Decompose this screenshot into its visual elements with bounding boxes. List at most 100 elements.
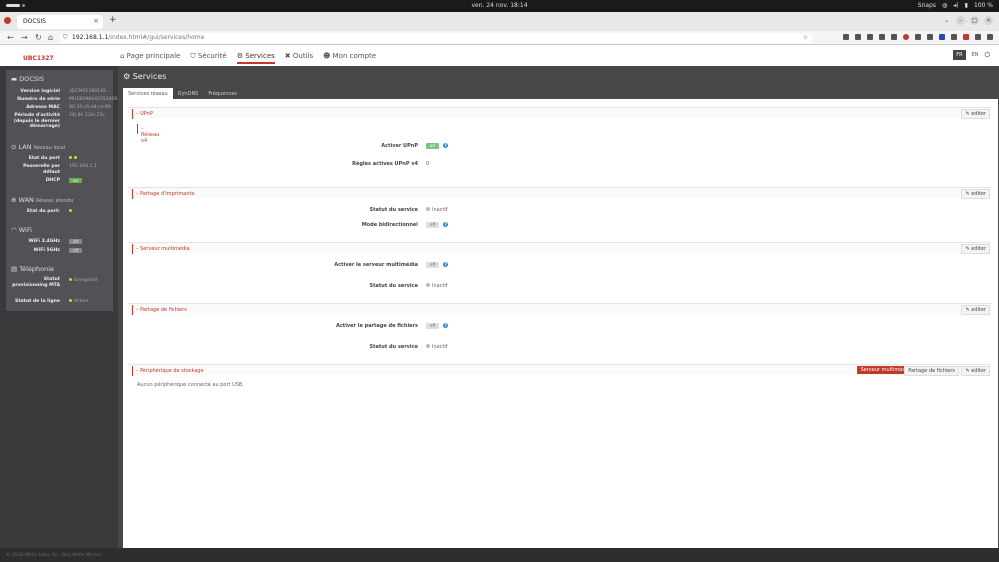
extension-toolbar (843, 34, 993, 40)
lan-icon: ⊙ (11, 143, 19, 151)
back-arrow-icon[interactable]: ← (7, 33, 14, 42)
system-top-bar: ven. 24 nov. 18:14 Snaps ◍ ◂) ▮ 100 % (0, 0, 999, 12)
section-printer[interactable]: – Partage d'imprimante ✎ editer (128, 187, 991, 199)
reload-icon[interactable]: ↻ (35, 33, 42, 42)
system-tray[interactable]: Snaps ◍ ◂) ▮ 100 % (918, 2, 993, 9)
extension-icon[interactable] (963, 34, 969, 40)
history-icon[interactable] (879, 34, 885, 40)
nav-home[interactable]: ⌂ Page principale (120, 52, 180, 64)
sidebar-wan-title: ⊕ WAN Réseau étendu (11, 196, 74, 204)
firefox-icon[interactable] (4, 17, 11, 24)
wifi-icon: ◠ (11, 226, 19, 234)
battery-percent: 100 % (973, 2, 993, 9)
services-panel: – UPnP ✎ editer – Réseau v4 Activer UPnP… (123, 99, 998, 548)
help-icon[interactable]: ? (443, 222, 449, 227)
tab-close-icon[interactable]: × (93, 17, 99, 25)
nav-tools[interactable]: ✖ Outils (285, 52, 313, 64)
menu-icon[interactable] (987, 34, 993, 40)
battery-icon: ▮ (964, 2, 968, 9)
bidir-toggle[interactable]: off (426, 222, 440, 228)
files-toggle[interactable]: off (426, 323, 440, 329)
extension-icon[interactable] (939, 34, 945, 40)
pocket-icon[interactable] (855, 34, 861, 40)
globe-icon: ⊕ (11, 196, 19, 204)
help-icon[interactable]: ? (442, 143, 448, 148)
services-content: ⚙ Services Services réseau DynDNS Fréque… (118, 66, 999, 548)
shield-icon: ⛉ (63, 34, 68, 41)
wrench-icon: ✖ (284, 52, 293, 60)
extension-icon[interactable] (927, 34, 933, 40)
extension-icon[interactable] (891, 34, 897, 40)
wifi5-toggle[interactable]: off (69, 248, 83, 253)
gears-icon: ⚙ (236, 52, 246, 60)
section-title: – Périphérique de stockage (136, 368, 204, 374)
status-dot (69, 209, 72, 212)
page-title: ⚙ Services (123, 72, 167, 81)
main-nav: ⌂ Page principale ⛉ Sécurité ⚙ Services … (120, 52, 376, 64)
url-host: 192.168.1.1 (72, 34, 109, 41)
extension-icon[interactable] (951, 34, 957, 40)
minimize-icon[interactable]: – (956, 16, 965, 25)
phone-icon: ▤ (11, 265, 20, 273)
file-sharing-button[interactable]: Partage de fichiers (904, 366, 959, 376)
status-sidebar: ▬ DOCSIS Version logiciel 3DCM01180145...… (6, 70, 120, 311)
wifi24-toggle[interactable]: off (69, 239, 83, 244)
app-header: UBC1327 ⌂ Page principale ⛉ Sécurité ⚙ S… (0, 45, 999, 66)
adblock-icon[interactable] (903, 34, 909, 40)
extension-icon[interactable] (915, 34, 921, 40)
section-media-server[interactable]: – Serveur multimédia ✎ editer (128, 242, 991, 254)
nav-account[interactable]: ☻ Mon compte (323, 52, 376, 64)
gears-icon: ⚙ (123, 72, 133, 81)
window-controls: ⌄ – □ × (942, 16, 993, 25)
home-icon: ⌂ (120, 52, 127, 60)
shield-icon: ⛉ (190, 52, 198, 60)
puzzle-icon[interactable] (975, 34, 981, 40)
language-switch: FR EN ⏻ (953, 50, 990, 60)
status-dot (74, 156, 77, 159)
section-title: – UPnP (136, 111, 153, 117)
edit-button[interactable]: ✎ editer (961, 305, 990, 315)
footer: © 2016 Wilde Labs, Ilv - Neu Welle Meine… (0, 548, 999, 562)
brand-logo[interactable]: UBC1327 (23, 55, 54, 62)
sidebar-wifi-title: ◠ WiFi (11, 226, 32, 234)
volume-icon: ◂) (953, 2, 959, 9)
help-icon[interactable]: ? (443, 262, 449, 267)
bookmark-star-icon[interactable]: ☆ (803, 34, 808, 41)
edit-button[interactable]: ✎ editer (961, 366, 990, 376)
new-tab-button[interactable]: + (109, 15, 117, 25)
library-icon[interactable] (867, 34, 873, 40)
section-title: – Serveur multimédia (136, 246, 190, 252)
section-upnp[interactable]: – UPnP ✎ editer (128, 107, 991, 119)
home-icon[interactable]: ⌂ (48, 33, 53, 42)
user-icon: ☻ (323, 52, 333, 60)
dhcp-toggle[interactable]: on (69, 178, 82, 183)
nav-security[interactable]: ⛉ Sécurité (190, 52, 226, 64)
section-storage[interactable]: – Périphérique de stockage Serveur multi… (128, 364, 991, 376)
nav-services[interactable]: ⚙ Services (236, 52, 275, 64)
edit-button[interactable]: ✎ editer (961, 244, 990, 254)
power-icon[interactable]: ⏻ (984, 51, 990, 60)
url-bar[interactable]: ⛉ 192.168.1.1/index.html#/gui/services/h… (60, 33, 812, 43)
sidebar-docsis-title: ▬ DOCSIS (11, 75, 45, 83)
browser-navbar: ← → ↻ ⌂ ⛉ 192.168.1.1/index.html#/gui/se… (0, 31, 999, 45)
snaps-label[interactable]: Snaps (918, 2, 936, 9)
account-icon[interactable] (843, 34, 849, 40)
system-clock[interactable]: ven. 24 nov. 18:14 (0, 2, 999, 9)
lang-en[interactable]: EN (969, 50, 982, 60)
close-window-icon[interactable]: × (984, 16, 993, 25)
upnp-toggle[interactable]: on (426, 143, 439, 149)
help-icon[interactable]: ? (443, 323, 449, 328)
edit-button[interactable]: ✎ editer (961, 189, 990, 199)
lang-fr[interactable]: FR (953, 50, 966, 60)
modem-icon: ▬ (11, 75, 20, 83)
status-dot (69, 299, 72, 302)
network-icon: ◍ (942, 2, 948, 9)
url-path: /index.html#/gui/services/home (108, 34, 205, 41)
media-toggle[interactable]: off (426, 262, 440, 268)
maximize-icon[interactable]: □ (970, 16, 979, 25)
browser-tab-docsis[interactable]: DOCSIS × (17, 15, 103, 29)
tab-list-chevron-icon[interactable]: ⌄ (942, 16, 951, 25)
edit-button[interactable]: ✎ editer (961, 109, 990, 119)
forward-arrow-icon[interactable]: → (21, 33, 28, 42)
section-file-sharing[interactable]: – Partage de fichiers ✎ editer (128, 303, 991, 315)
